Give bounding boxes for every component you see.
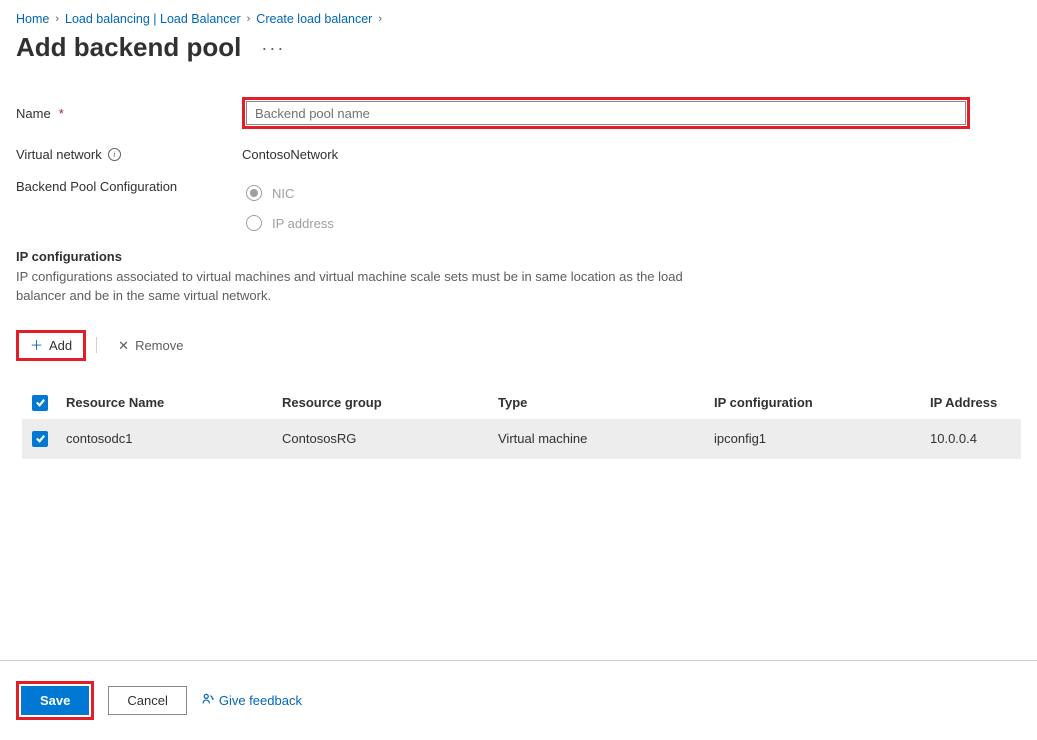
save-button[interactable]: Save (21, 686, 89, 715)
highlight-name-input (242, 97, 970, 129)
col-type[interactable]: Type (498, 395, 714, 410)
breadcrumb-loadbalancing[interactable]: Load balancing | Load Balancer (65, 12, 241, 26)
give-feedback-label: Give feedback (219, 693, 302, 708)
cell-ip-address: 10.0.0.4 (930, 431, 1021, 446)
vnet-value: ContosoNetwork (242, 147, 1021, 162)
page-title: Add backend pool (16, 32, 241, 63)
radio-ip-address[interactable]: IP address (246, 215, 1021, 231)
highlight-save-button: Save (16, 681, 94, 720)
col-resource-group[interactable]: Resource group (282, 395, 498, 410)
col-ip-configuration[interactable]: IP configuration (714, 395, 930, 410)
remove-button-label: Remove (135, 338, 183, 353)
backend-config-radio-group: NIC IP address (242, 179, 1021, 231)
radio-nic[interactable]: NIC (246, 185, 1021, 201)
backend-pool-name-input[interactable] (246, 101, 966, 125)
cell-type: Virtual machine (498, 431, 714, 446)
ip-config-table: Resource Name Resource group Type IP con… (22, 387, 1021, 459)
cell-resource-name: contosodc1 (66, 431, 282, 446)
vnet-label: Virtual network i (16, 147, 242, 162)
select-all-checkbox[interactable] (32, 395, 48, 411)
cell-resource-group: ContososRG (282, 431, 498, 446)
name-label: Name* (16, 106, 242, 121)
add-button[interactable]: ＋ Add (19, 333, 83, 358)
footer-bar: Save Cancel Give feedback (0, 660, 1037, 740)
cancel-button[interactable]: Cancel (108, 686, 186, 715)
radio-icon (246, 215, 262, 231)
give-feedback-link[interactable]: Give feedback (201, 692, 302, 709)
row-checkbox[interactable] (32, 431, 48, 447)
ip-config-toolbar: ＋ Add ✕ Remove (16, 330, 1021, 361)
close-icon: ✕ (118, 339, 129, 352)
feedback-icon (201, 692, 215, 709)
add-button-label: Add (49, 338, 72, 353)
radio-ip-label: IP address (272, 216, 334, 231)
highlight-add-button: ＋ Add (16, 330, 86, 361)
table-row[interactable]: contosodc1 ContososRG Virtual machine ip… (22, 419, 1021, 459)
cell-ip-configuration: ipconfig1 (714, 431, 930, 446)
more-button[interactable]: ··· (261, 39, 285, 57)
breadcrumb-create-lb[interactable]: Create load balancer (256, 12, 372, 26)
col-resource-name[interactable]: Resource Name (66, 395, 282, 410)
chevron-right-icon: › (55, 13, 59, 25)
toolbar-divider (96, 337, 97, 353)
backend-config-label: Backend Pool Configuration (16, 179, 242, 194)
radio-icon (246, 185, 262, 201)
table-header: Resource Name Resource group Type IP con… (22, 387, 1021, 419)
radio-nic-label: NIC (272, 186, 294, 201)
breadcrumb-home[interactable]: Home (16, 12, 49, 26)
chevron-right-icon: › (378, 13, 382, 25)
info-icon[interactable]: i (108, 148, 121, 161)
chevron-right-icon: › (247, 13, 251, 25)
breadcrumb: Home › Load balancing | Load Balancer › … (16, 12, 1021, 26)
plus-icon: ＋ (30, 339, 43, 352)
form: Name* Virtual network i ContosoNetwork B… (16, 97, 1021, 231)
col-ip-address[interactable]: IP Address (930, 395, 1021, 410)
ip-config-description: IP configurations associated to virtual … (16, 268, 736, 306)
remove-button[interactable]: ✕ Remove (107, 333, 194, 358)
ip-config-title: IP configurations (16, 249, 1021, 264)
